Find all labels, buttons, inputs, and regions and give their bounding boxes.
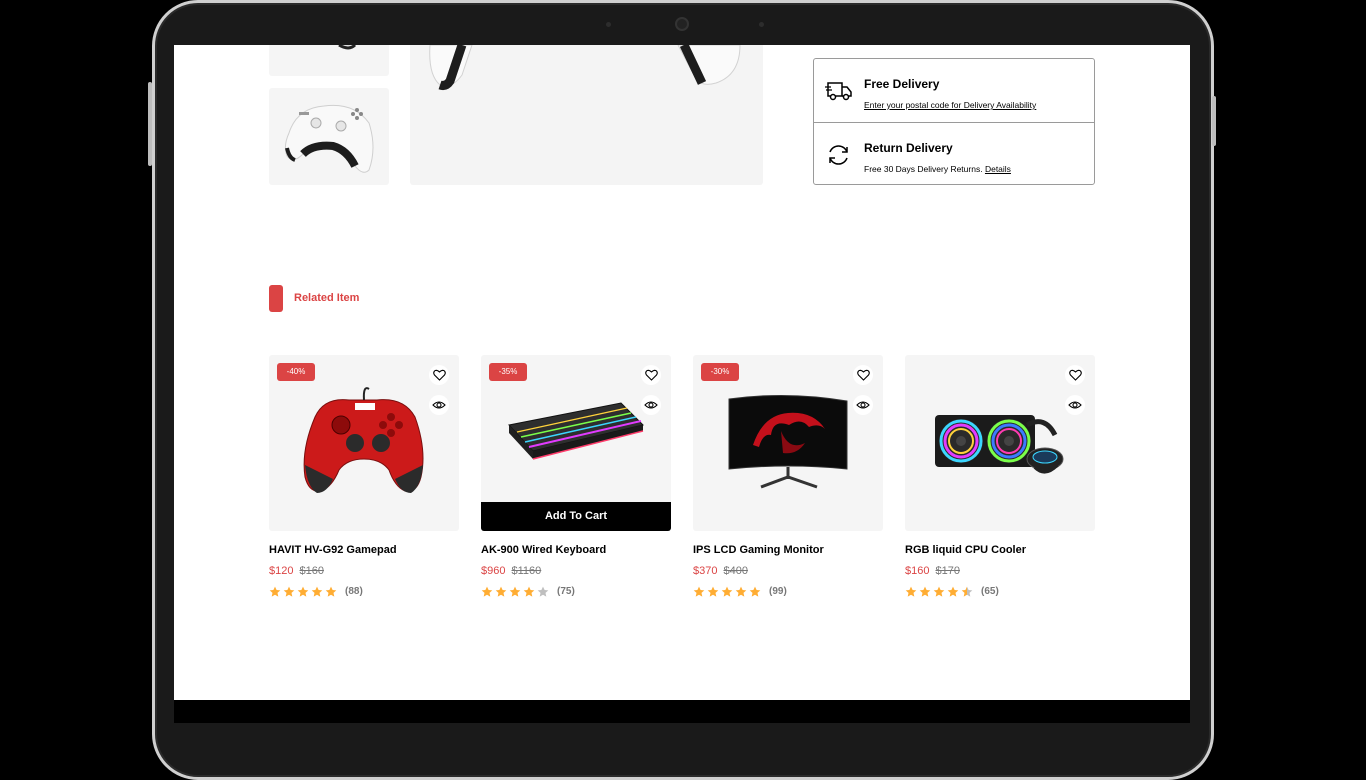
review-count: (88) — [345, 586, 363, 597]
product-price: $120 $160 — [269, 565, 324, 577]
star-icon — [283, 586, 295, 597]
wishlist-button[interactable] — [1065, 365, 1085, 385]
eye-icon — [1068, 401, 1082, 409]
star-icon — [325, 586, 337, 597]
screen: Free Delivery Enter your postal code for… — [174, 45, 1190, 723]
product-image[interactable]: -40% — [269, 355, 459, 531]
review-count: (99) — [769, 586, 787, 597]
star-icon — [905, 586, 917, 597]
discount-badge: -40% — [277, 363, 315, 381]
return-delivery-title: Return Delivery — [864, 141, 953, 155]
sensor — [759, 22, 764, 27]
delivery-info-box: Free Delivery Enter your postal code for… — [813, 58, 1095, 185]
delivery-truck-icon — [825, 82, 852, 101]
quick-view-button[interactable] — [853, 395, 873, 415]
review-count: (65) — [981, 586, 999, 597]
related-item-title: Related Item — [294, 292, 360, 304]
product-name[interactable]: RGB liquid CPU Cooler — [905, 544, 1095, 556]
return-delivery-subtitle: Free 30 Days Delivery Returns. Details — [864, 164, 1011, 174]
product-image[interactable]: -35% Add To Cart — [481, 355, 671, 531]
product-card[interactable]: -40% HAVIT HV-G92 Gamepad $120 $160 (88) — [269, 355, 459, 598]
star-icon — [269, 586, 281, 597]
star-icon — [749, 586, 761, 597]
star-icon — [495, 586, 507, 597]
star-icon — [919, 586, 931, 597]
product-price: $160 $170 — [905, 565, 960, 577]
quick-view-button[interactable] — [641, 395, 661, 415]
eye-icon — [856, 401, 870, 409]
star-icon — [537, 586, 549, 597]
product-price: $370 $400 — [693, 565, 748, 577]
product-rating: (65) — [905, 585, 1095, 598]
star-icon — [523, 586, 535, 597]
sensor — [606, 22, 611, 27]
product-card[interactable]: -35% Add To Cart AK-900 Wired Keyboard $… — [481, 355, 671, 598]
star-icon — [735, 586, 747, 597]
eye-icon — [644, 401, 658, 409]
product-name[interactable]: IPS LCD Gaming Monitor — [693, 544, 883, 556]
heart-icon — [644, 369, 658, 381]
star-icon — [509, 586, 521, 597]
wishlist-button[interactable] — [853, 365, 873, 385]
product-rating: (88) — [269, 585, 459, 598]
add-to-cart-button[interactable]: Add To Cart — [481, 502, 671, 531]
wishlist-button[interactable] — [641, 365, 661, 385]
discount-badge: -30% — [701, 363, 739, 381]
star-icon — [961, 586, 973, 597]
free-delivery-subtitle[interactable]: Enter your postal code for Delivery Avai… — [864, 100, 1036, 110]
star-icon — [481, 586, 493, 597]
star-icon — [933, 586, 945, 597]
eye-icon — [432, 401, 446, 409]
product-image[interactable] — [905, 355, 1095, 531]
product-name[interactable]: AK-900 Wired Keyboard — [481, 544, 671, 556]
power-button — [1212, 96, 1216, 146]
details-link[interactable]: Details — [985, 164, 1011, 174]
quick-view-button[interactable] — [1065, 395, 1085, 415]
return-icon — [829, 145, 848, 165]
star-icon — [311, 586, 323, 597]
star-icon — [707, 586, 719, 597]
free-delivery-title: Free Delivery — [864, 77, 940, 91]
product-image[interactable]: -30% — [693, 355, 883, 531]
free-delivery-row: Free Delivery Enter your postal code for… — [814, 59, 1094, 122]
quick-view-button[interactable] — [429, 395, 449, 415]
discount-badge: -35% — [489, 363, 527, 381]
heart-icon — [856, 369, 870, 381]
return-delivery-row: Return Delivery Free 30 Days Delivery Re… — [814, 122, 1094, 185]
volume-button — [148, 82, 152, 166]
product-card[interactable]: -30% IPS LCD Gaming Monitor $370 $400 (99… — [693, 355, 883, 598]
thumbnail-image[interactable] — [269, 45, 389, 76]
product-card[interactable]: RGB liquid CPU Cooler $160 $170 (65) — [905, 355, 1095, 598]
heart-icon — [432, 369, 446, 381]
star-icon — [693, 586, 705, 597]
star-icon — [721, 586, 733, 597]
wishlist-button[interactable] — [429, 365, 449, 385]
section-marker — [269, 285, 283, 312]
product-name[interactable]: HAVIT HV-G92 Gamepad — [269, 544, 459, 556]
product-main-image — [410, 45, 763, 185]
review-count: (75) — [557, 586, 575, 597]
heart-icon — [1068, 369, 1082, 381]
thumbnail-image[interactable] — [269, 88, 389, 185]
product-rating: (75) — [481, 585, 671, 598]
star-icon — [947, 586, 959, 597]
star-icon — [297, 586, 309, 597]
product-rating: (99) — [693, 585, 883, 598]
camera-icon — [675, 17, 689, 31]
product-price: $960 $1160 — [481, 565, 542, 577]
footer-bar — [174, 700, 1190, 723]
